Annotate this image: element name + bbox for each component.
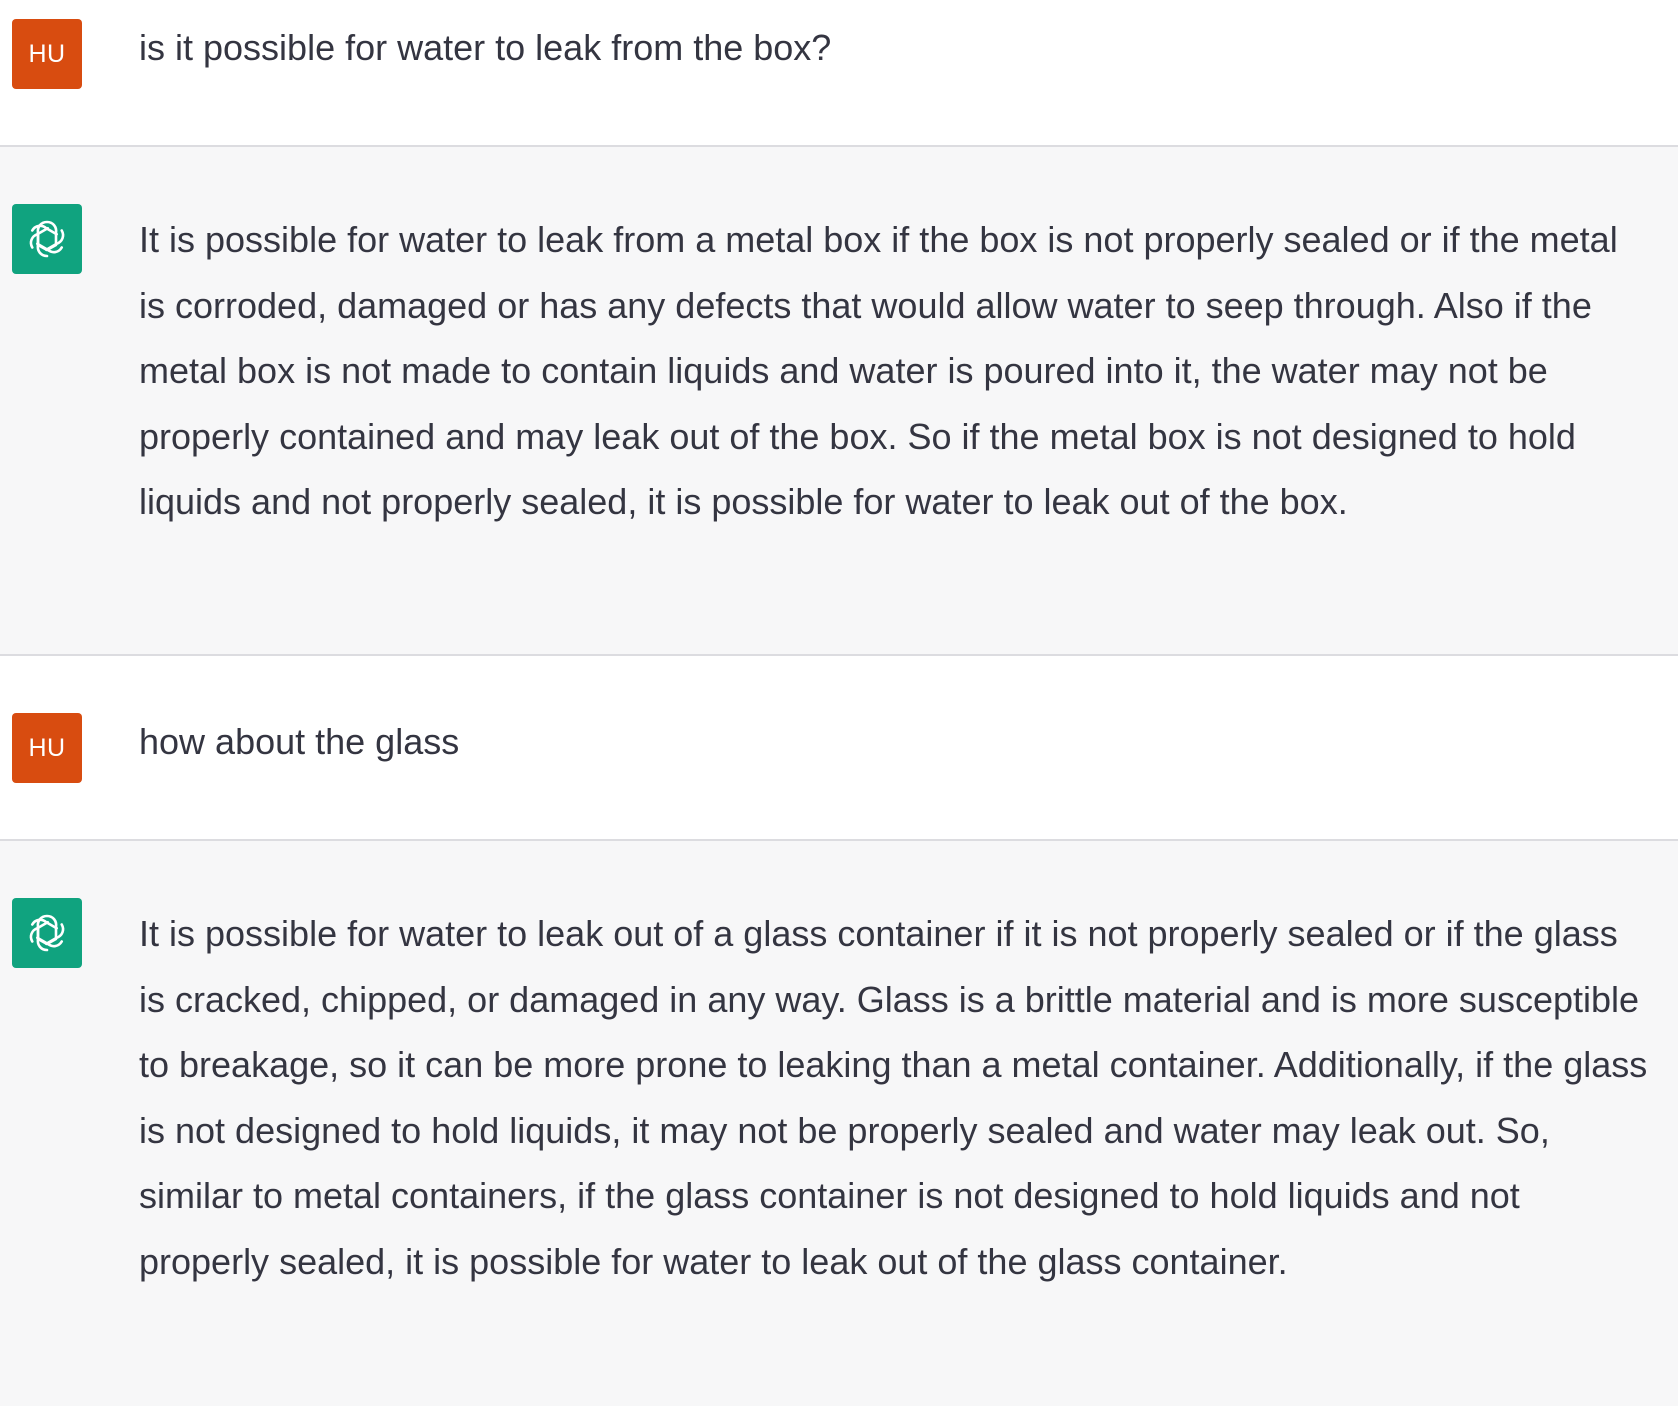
user-avatar-initials: HU: [28, 733, 66, 762]
user-message-row: HU is it possible for water to leak from…: [0, 0, 1678, 146]
user-avatar-initials: HU: [28, 39, 66, 68]
assistant-message-text: It is possible for water to leak from a …: [139, 219, 1618, 522]
user-message-text: how about the glass: [139, 721, 460, 762]
assistant-message-row: It is possible for water to leak out of …: [0, 841, 1678, 1406]
user-message-row: HU how about the glass: [0, 656, 1678, 840]
assistant-message-text: It is possible for water to leak out of …: [139, 913, 1648, 1282]
user-avatar: HU: [12, 19, 82, 89]
conversation-thread: HU is it possible for water to leak from…: [0, 0, 1678, 1406]
user-message-text: is it possible for water to leak from th…: [139, 27, 832, 68]
assistant-message-row: It is possible for water to leak from a …: [0, 147, 1678, 655]
openai-logo-icon: [12, 204, 82, 274]
user-avatar: HU: [12, 713, 82, 783]
openai-logo-icon: [12, 898, 82, 968]
